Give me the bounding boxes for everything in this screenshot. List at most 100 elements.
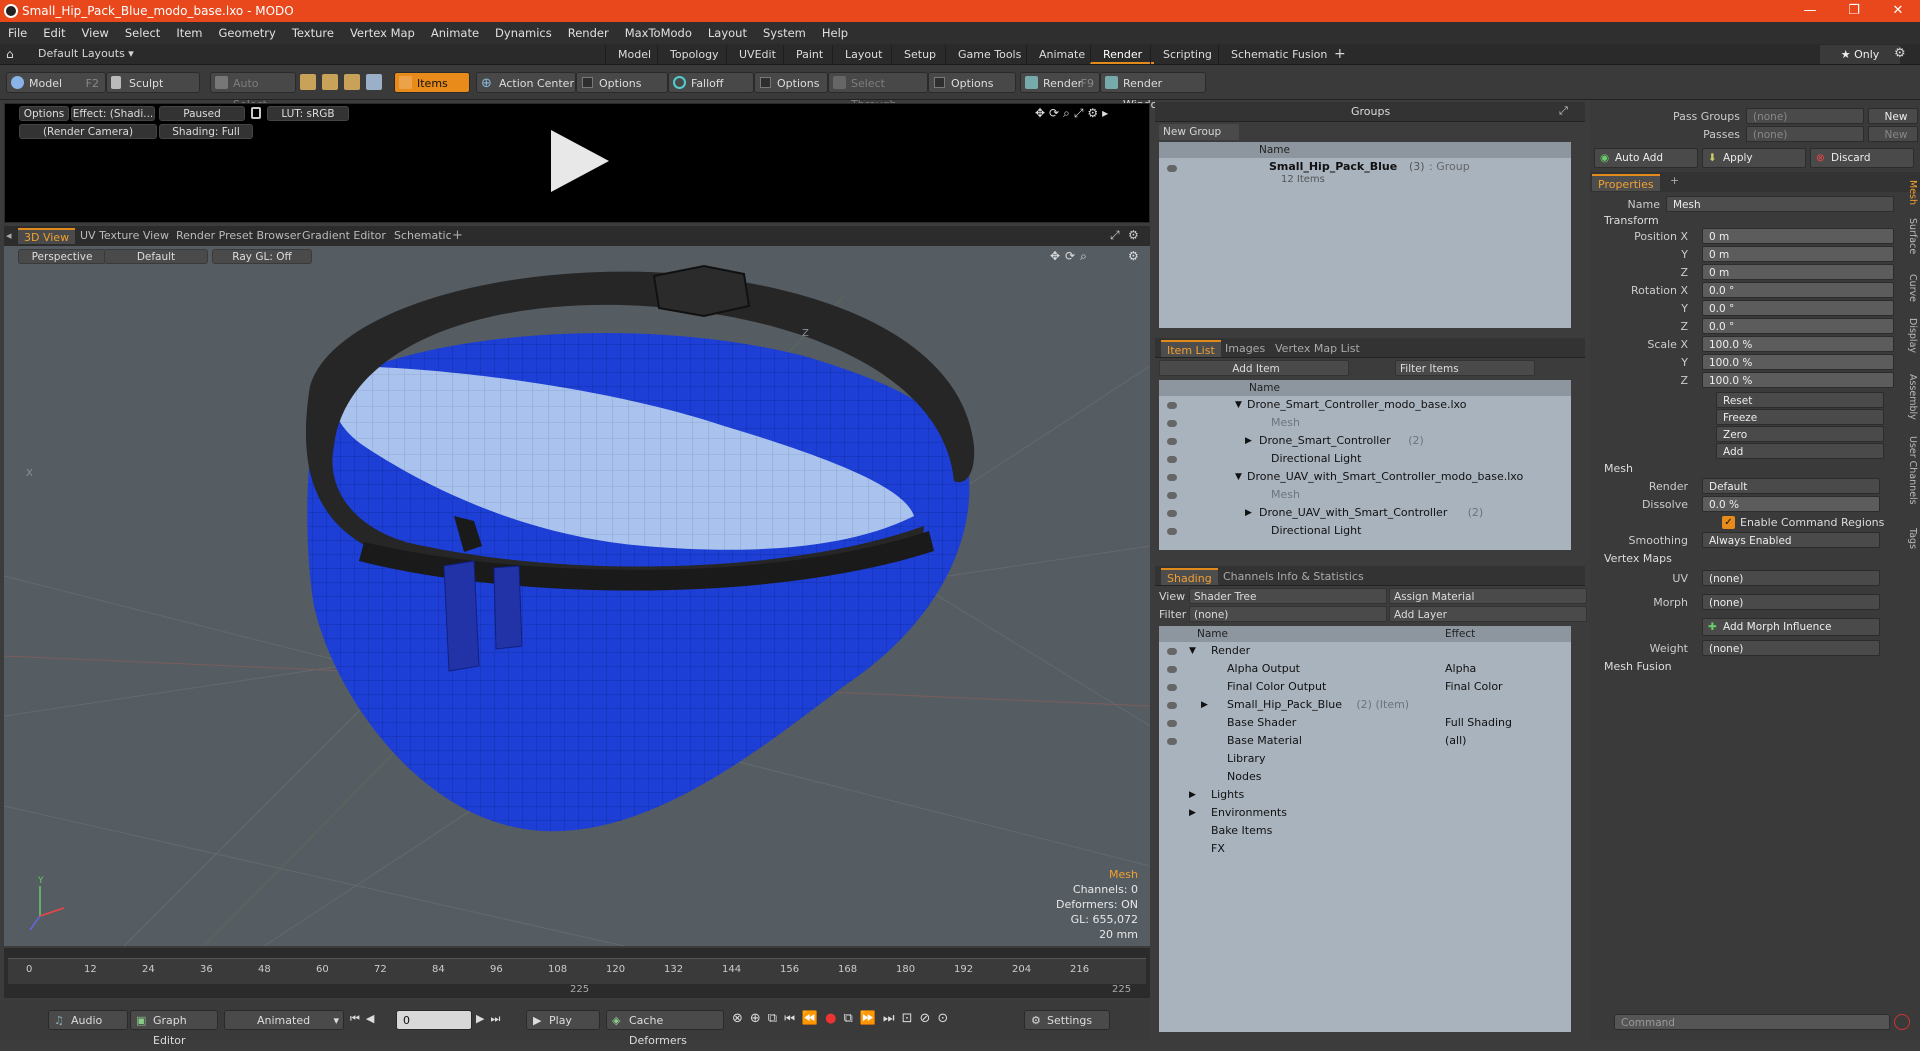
item-list[interactable]: ▼ Drone_Smart_Controller_modo_base.lxo Mes… <box>1159 396 1571 550</box>
render-button[interactable]: Render F9 <box>1020 72 1100 93</box>
menu-help[interactable]: Help <box>814 26 856 40</box>
eye-icon[interactable] <box>1167 402 1177 409</box>
add-dropdown[interactable]: Add <box>1716 443 1884 459</box>
apply-button[interactable]: ⬇ Apply <box>1702 148 1806 168</box>
side-tab[interactable]: Display <box>1904 318 1918 353</box>
menu-animate[interactable]: Animate <box>423 26 487 40</box>
rotation-y-field[interactable]: 0.0 ° <box>1702 300 1894 316</box>
vertices-mode-icon[interactable] <box>300 74 316 90</box>
eye-icon[interactable] <box>1167 738 1177 745</box>
play-preview-icon[interactable] <box>543 126 613 196</box>
tab-schematic-fusion[interactable]: Schematic Fusion <box>1218 45 1339 64</box>
shader-effect[interactable]: Final Color <box>1445 678 1503 696</box>
eye-icon[interactable] <box>1167 492 1177 499</box>
tab-uvedit[interactable]: UVEdit <box>726 45 788 64</box>
lock-icon[interactable] <box>251 107 261 119</box>
shader-tree-row[interactable]: Base Shader Full Shading <box>1159 714 1569 732</box>
position-x-field[interactable]: 0 m <box>1702 228 1894 244</box>
render-window-button[interactable]: Render Window <box>1100 72 1206 111</box>
tab-paint[interactable]: Paint <box>783 45 835 64</box>
menu-layout[interactable]: Layout <box>700 26 755 40</box>
assign-material-button[interactable]: Assign Material <box>1389 588 1587 604</box>
close-button[interactable]: ✕ <box>1876 0 1920 22</box>
menu-file[interactable]: File <box>0 26 35 40</box>
smoothing-dropdown[interactable]: Always Enabled <box>1702 532 1880 548</box>
shader-tree-row[interactable]: ▶ Small_Hip_Pack_Blue (2) (Item) <box>1159 696 1569 714</box>
raygl-dropdown[interactable]: Ray GL: Off <box>212 249 312 264</box>
shader-tree-row[interactable]: ▶ Environments <box>1159 804 1569 822</box>
only-toggle[interactable]: ★ Only <box>1820 45 1900 64</box>
expand-arrow-icon[interactable]: ▶ <box>1245 504 1252 522</box>
command-stop-icon[interactable] <box>1894 1014 1910 1030</box>
layout-home-icon[interactable]: ⌂ <box>6 47 14 61</box>
preview-nav-icons[interactable]: ✥⟳⌕⤢⚙▸ <box>1035 106 1112 121</box>
tab-model[interactable]: Model <box>605 45 663 64</box>
key-tools-icons[interactable]: ⊗⊕⧉⏮⏪●⧉⏩⏭⊡⊘⊙ <box>732 1011 955 1026</box>
polygons-mode-icon[interactable] <box>344 74 360 90</box>
tab-3d-view[interactable]: 3D View <box>18 228 76 244</box>
menu-system[interactable]: System <box>755 26 814 40</box>
rotation-z-field[interactable]: 0.0 ° <box>1702 318 1894 334</box>
auto-select-button[interactable]: Auto Select <box>210 72 296 111</box>
group-item-name[interactable]: Small_Hip_Pack_Blue <box>1269 160 1397 173</box>
tab-render-preset-browser[interactable]: Render Preset Browser <box>170 228 307 244</box>
freeze-dropdown[interactable]: Freeze <box>1716 409 1884 425</box>
falloff-button[interactable]: Falloff <box>668 72 754 93</box>
morph-dropdown[interactable]: (none) <box>1702 594 1880 610</box>
tab-uv-texture-view[interactable]: UV Texture View <box>74 228 175 244</box>
weight-dropdown[interactable]: (none) <box>1702 640 1880 656</box>
tab-game-tools[interactable]: Game Tools <box>945 45 1033 64</box>
eye-icon[interactable] <box>1167 528 1177 535</box>
groups-expand-icon[interactable]: ⤢ <box>1559 104 1568 118</box>
shader-tree-row[interactable]: Library <box>1159 750 1569 768</box>
menu-render[interactable]: Render <box>560 26 617 40</box>
play-button[interactable]: ▶ Play <box>526 1010 600 1030</box>
shading-dropdown[interactable]: Shading: Full <box>159 124 253 139</box>
layouts-dropdown[interactable]: Default Layouts ▾ <box>38 47 134 60</box>
add-properties-tab[interactable]: + <box>1670 174 1679 187</box>
materials-mode-icon[interactable] <box>366 74 382 90</box>
vertex-maps-section[interactable]: Vertex Maps <box>1604 552 1672 565</box>
scale-x-field[interactable]: 100.0 % <box>1702 336 1894 352</box>
viewport-menu-icon[interactable]: ◂ <box>6 229 12 242</box>
item-list-row[interactable]: ▶ Drone_Smart_Controller (2) <box>1159 432 1569 450</box>
side-tab[interactable]: Tags <box>1904 528 1918 549</box>
menu-select[interactable]: Select <box>117 26 168 40</box>
shader-tree-row[interactable]: ▶ Lights <box>1159 786 1569 804</box>
animated-dropdown[interactable]: Animated ▾ <box>224 1010 344 1030</box>
sculpt-button[interactable]: Sculpt <box>106 72 200 93</box>
items-mode-button[interactable]: Items <box>394 72 470 93</box>
eye-icon[interactable] <box>1167 165 1177 172</box>
render-camera-dropdown[interactable]: (Render Camera) <box>19 124 157 139</box>
item-list-row[interactable]: ▼ Drone_Smart_Controller_modo_base.lxo <box>1159 396 1569 414</box>
new-group-button[interactable]: New Group <box>1159 124 1239 140</box>
eye-icon[interactable] <box>1167 648 1177 655</box>
add-layer-dropdown[interactable]: Add Layer <box>1389 606 1587 622</box>
item-list-row[interactable]: Mesh <box>1159 414 1569 432</box>
menu-edit[interactable]: Edit <box>35 26 73 40</box>
paused-button[interactable]: Paused <box>159 106 245 121</box>
scale-z-field[interactable]: 100.0 % <box>1702 372 1894 388</box>
tab-shading[interactable]: Shading <box>1161 568 1218 585</box>
perspective-dropdown[interactable]: Perspective <box>18 249 106 264</box>
select-through-button[interactable]: Select Through <box>828 72 928 111</box>
shader-effect[interactable]: Full Shading <box>1445 714 1512 732</box>
menu-geometry[interactable]: Geometry <box>211 26 284 40</box>
action-center-options[interactable]: Options <box>576 72 668 93</box>
auto-add-button[interactable]: ◉ Auto Add <box>1594 148 1698 168</box>
eye-icon[interactable] <box>1167 720 1177 727</box>
action-center-button[interactable]: ⊕ Action Center <box>476 72 576 93</box>
menu-item[interactable]: Item <box>168 26 210 40</box>
tab-vertex-map-list[interactable]: Vertex Map List <box>1269 340 1366 357</box>
eye-icon[interactable] <box>1167 420 1177 427</box>
passes-dropdown[interactable]: (none) <box>1746 126 1864 142</box>
maximize-button[interactable]: ❐ <box>1832 0 1876 22</box>
minimize-button[interactable]: — <box>1788 0 1832 22</box>
side-tab[interactable]: Surface <box>1904 218 1918 254</box>
effect-dropdown[interactable]: Effect: (Shadi... <box>71 106 155 121</box>
add-item-dropdown[interactable]: Add Item <box>1159 360 1349 376</box>
filter-items-field[interactable]: Filter Items <box>1395 360 1535 376</box>
layout-gear-icon[interactable]: ⚙ <box>1894 46 1906 61</box>
item-list-row[interactable]: Directional Light <box>1159 450 1569 468</box>
expand-arrow-icon[interactable]: ▼ <box>1189 642 1196 660</box>
